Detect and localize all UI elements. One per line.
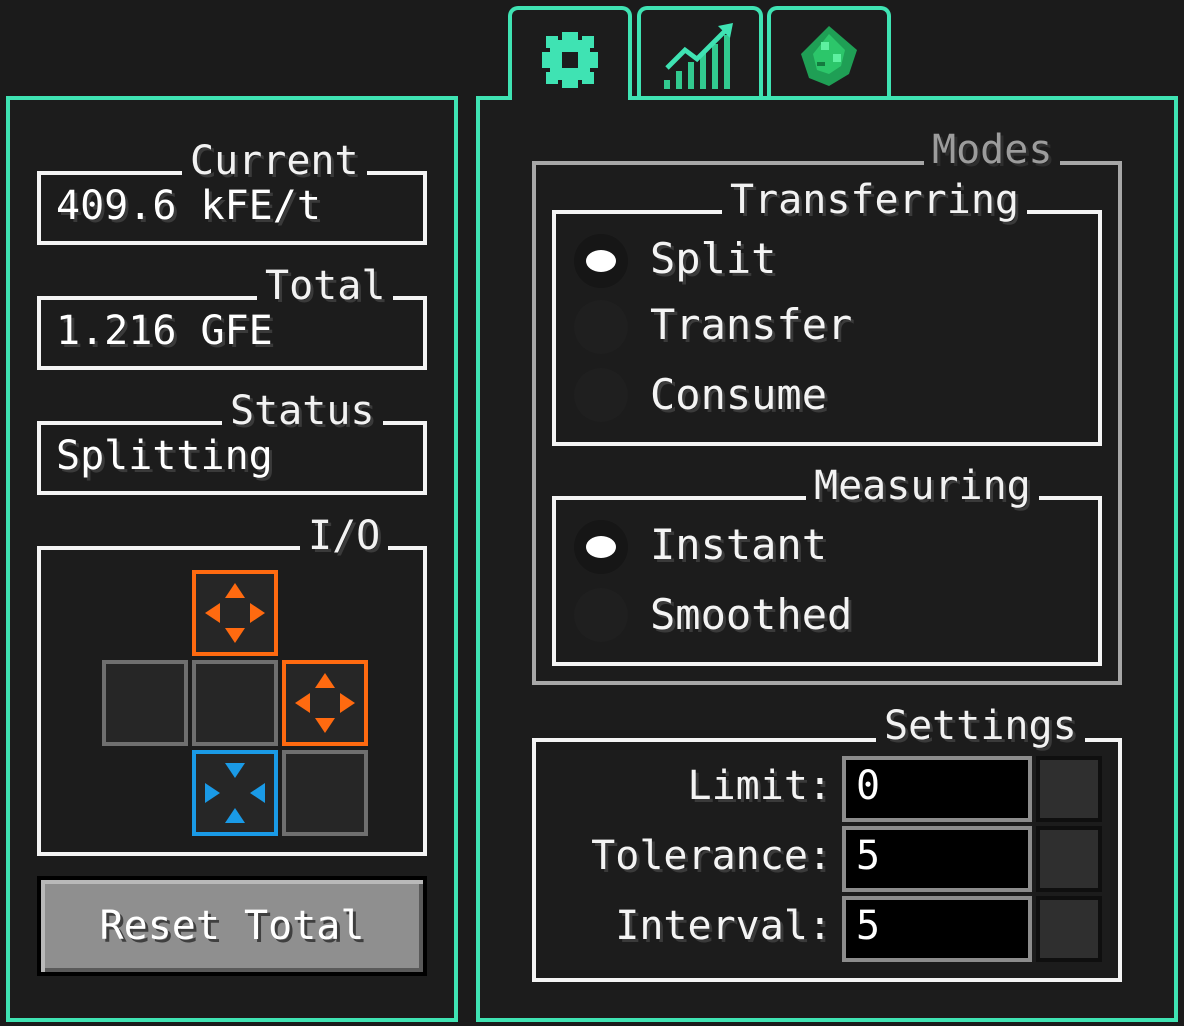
limit-field[interactable]: 0 bbox=[842, 756, 1032, 822]
total-value: 1.216 GFE bbox=[56, 308, 273, 354]
option-consume-label: Consume bbox=[650, 370, 828, 419]
limit-side-button[interactable] bbox=[1036, 756, 1102, 822]
io-side-left[interactable] bbox=[102, 660, 188, 746]
status-legend: Status bbox=[222, 389, 383, 433]
total-legend: Total bbox=[257, 264, 394, 308]
limit-label: Limit: bbox=[687, 763, 833, 809]
tolerance-field[interactable]: 5 bbox=[842, 826, 1032, 892]
io-side-back[interactable] bbox=[282, 750, 368, 836]
io-legend: I/O bbox=[300, 514, 389, 558]
interval-side-button[interactable] bbox=[1036, 896, 1102, 962]
settings-legend: Settings bbox=[876, 704, 1085, 748]
radio-split[interactable] bbox=[574, 234, 628, 288]
reset-total-button[interactable]: Reset Total bbox=[37, 876, 427, 976]
tab-emerald[interactable] bbox=[767, 6, 891, 98]
option-split-label: Split bbox=[650, 234, 777, 283]
tab-statistics[interactable] bbox=[637, 6, 763, 98]
io-side-bottom[interactable] bbox=[192, 750, 278, 836]
radio-smoothed[interactable] bbox=[574, 588, 628, 642]
measuring-legend: Measuring bbox=[806, 464, 1039, 508]
radio-transfer[interactable] bbox=[574, 300, 628, 354]
current-value: 409.6 kFE/t bbox=[56, 183, 321, 229]
interval-label: Interval: bbox=[615, 903, 832, 949]
io-side-right[interactable] bbox=[282, 660, 368, 746]
interval-field[interactable]: 5 bbox=[842, 896, 1032, 962]
radio-instant[interactable] bbox=[574, 520, 628, 574]
current-legend: Current bbox=[182, 139, 367, 183]
tab-settings[interactable] bbox=[508, 6, 632, 102]
tolerance-side-button[interactable] bbox=[1036, 826, 1102, 892]
stats-chart-icon bbox=[664, 23, 733, 89]
active-tab-join bbox=[512, 92, 628, 104]
modes-legend: Modes bbox=[924, 128, 1061, 172]
io-side-center[interactable] bbox=[192, 660, 278, 746]
transferring-legend: Transferring bbox=[722, 178, 1027, 222]
option-instant-label: Instant bbox=[650, 520, 828, 569]
output-arrows-icon bbox=[295, 673, 355, 733]
tolerance-label: Tolerance: bbox=[591, 833, 832, 879]
option-transfer-label: Transfer bbox=[650, 300, 853, 349]
input-arrows-icon bbox=[205, 763, 265, 823]
emerald-dust-icon bbox=[801, 26, 857, 86]
gear-icon bbox=[542, 32, 598, 88]
radio-consume[interactable] bbox=[574, 368, 628, 422]
status-value: Splitting bbox=[56, 433, 273, 479]
option-smoothed-label: Smoothed bbox=[650, 590, 853, 639]
io-side-top[interactable] bbox=[192, 570, 278, 656]
output-arrows-icon bbox=[205, 583, 265, 643]
